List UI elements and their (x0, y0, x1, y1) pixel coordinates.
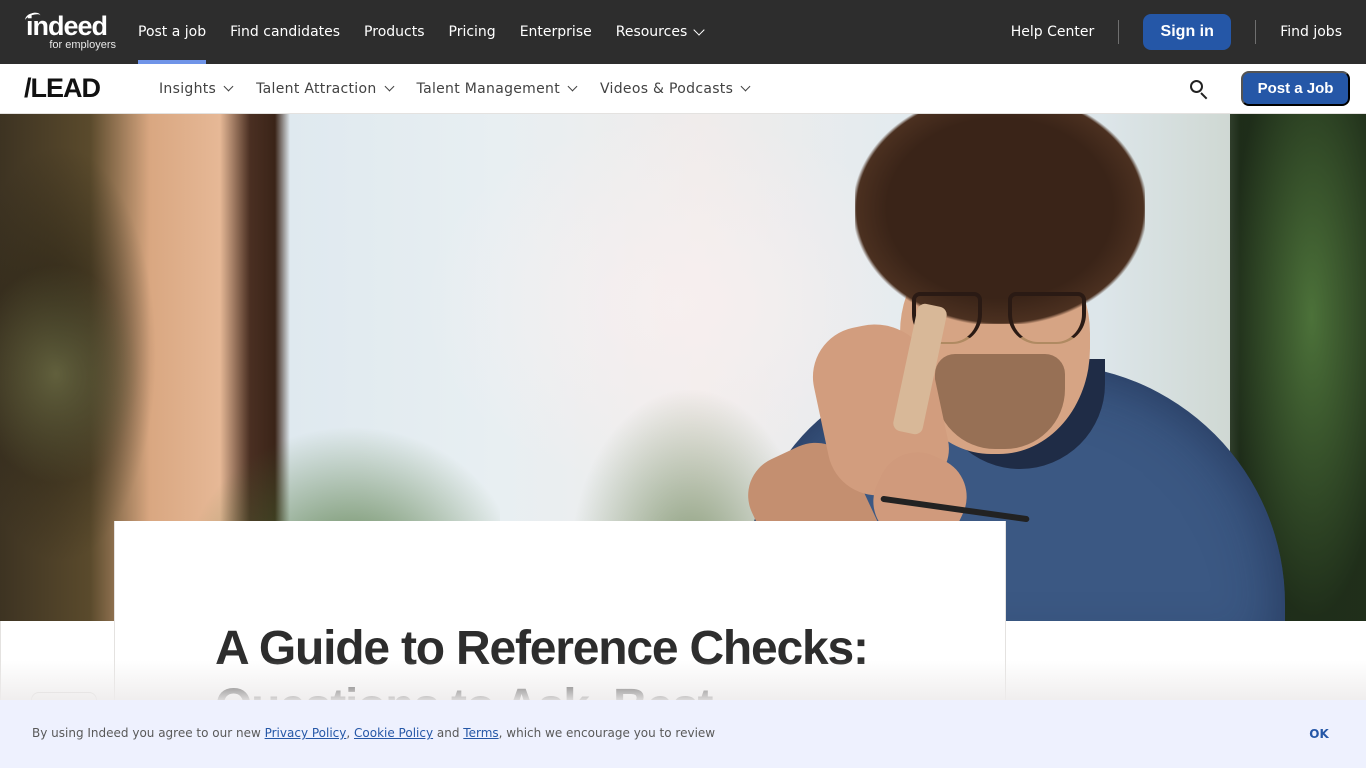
cookie-text-sep: , (346, 726, 355, 740)
search-icon-handle (1200, 92, 1208, 100)
content-fade (0, 660, 1366, 700)
help-center-link[interactable]: Help Center (1011, 24, 1095, 40)
indeed-for-employers-logo[interactable]: indeed for employers (23, 10, 116, 53)
lead-subnav: /LEAD Insights Talent Attraction Talent … (0, 64, 1366, 114)
subnav-insights-label: Insights (159, 81, 217, 97)
lead-category-nav: Insights Talent Attraction Talent Manage… (159, 64, 773, 114)
hero-plant-left (0, 264, 140, 484)
subnav-videos-podcasts-label: Videos & Podcasts (599, 81, 734, 97)
subnav-insights[interactable]: Insights (159, 81, 234, 97)
hero-person-glasses (1008, 292, 1086, 344)
cookie-text-sep: and (433, 726, 464, 740)
cookie-ok-button[interactable]: OK (1301, 720, 1337, 748)
subnav-talent-attraction-label: Talent Attraction (256, 81, 377, 97)
cookie-policy-link[interactable]: Cookie Policy (354, 726, 433, 740)
chevron-down-icon (693, 23, 705, 36)
chevron-down-icon (567, 81, 578, 92)
nav-enterprise[interactable]: Enterprise (520, 0, 592, 64)
chevron-down-icon (223, 81, 234, 92)
post-a-job-button[interactable]: Post a Job (1241, 71, 1350, 106)
nav-post-a-job[interactable]: Post a job (138, 0, 207, 64)
subnav-talent-attraction[interactable]: Talent Attraction (256, 81, 394, 97)
find-jobs-link[interactable]: Find jobs (1280, 24, 1342, 40)
cookie-consent-text: By using Indeed you agree to our new Pri… (32, 726, 715, 740)
search-button[interactable] (1186, 77, 1212, 103)
subnav-talent-management[interactable]: Talent Management (416, 81, 578, 97)
logo-wordmark: indeed (26, 11, 108, 41)
hero-person-hair (855, 114, 1145, 324)
top-navigation-bar: indeed for employers Post a job Find can… (0, 0, 1366, 64)
terms-link[interactable]: Terms (463, 726, 498, 740)
privacy-policy-link[interactable]: Privacy Policy (265, 726, 347, 740)
divider (1118, 20, 1120, 44)
lead-logo[interactable]: /LEAD (24, 73, 101, 104)
account-area: Help Center Sign in Find jobs (1011, 0, 1342, 64)
nav-products[interactable]: Products (364, 0, 424, 64)
logo-subtitle: for employers (49, 39, 116, 51)
subnav-talent-management-label: Talent Management (416, 81, 560, 97)
subnav-videos-podcasts[interactable]: Videos & Podcasts (599, 81, 751, 97)
nav-pricing[interactable]: Pricing (449, 0, 496, 64)
cookie-consent-banner: By using Indeed you agree to our new Pri… (0, 700, 1366, 768)
primary-nav: Post a job Find candidates Products Pric… (138, 0, 727, 64)
chevron-down-icon (384, 81, 394, 92)
cookie-text-suffix: , which we encourage you to review (498, 726, 716, 740)
sign-in-button[interactable]: Sign in (1143, 14, 1232, 50)
nav-find-candidates[interactable]: Find candidates (230, 0, 340, 64)
nav-resources-label: Resources (615, 24, 688, 40)
nav-resources[interactable]: Resources (615, 0, 705, 64)
chevron-down-icon (740, 81, 751, 92)
divider (1255, 20, 1257, 44)
cookie-text-prefix: By using Indeed you agree to our new (32, 726, 265, 740)
